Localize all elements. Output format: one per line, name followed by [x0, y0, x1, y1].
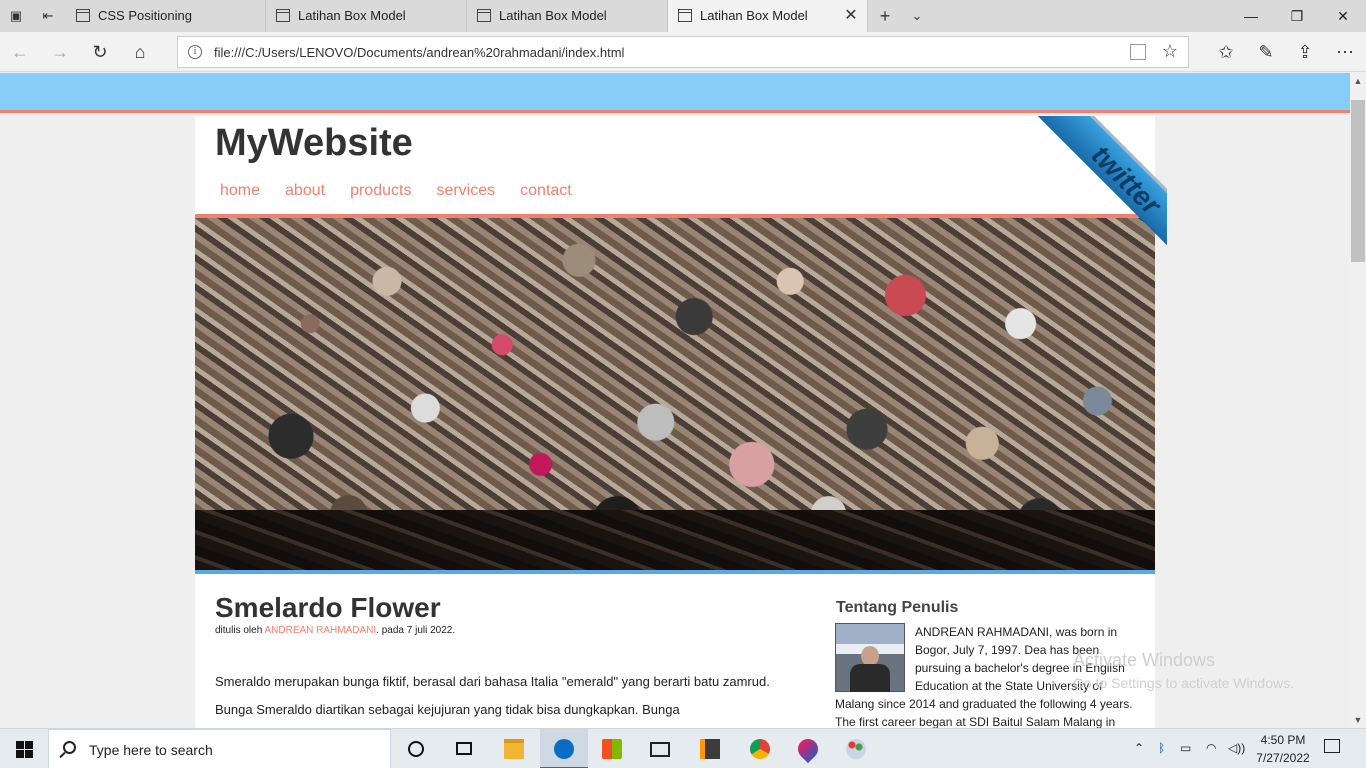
twitter-ribbon-band: twitter: [1032, 116, 1167, 274]
forward-arrow-icon[interactable]: →: [48, 41, 72, 65]
windows-start-icon[interactable]: [0, 729, 48, 768]
activate-windows-watermark: Activate Windows Go to Settings to activ…: [1073, 650, 1294, 691]
page-icon: [76, 9, 90, 22]
paint-icon[interactable]: [832, 729, 880, 768]
tab-label: Latihan Box Model: [298, 8, 406, 23]
taskbar-search-box[interactable]: Type here to search: [48, 729, 391, 768]
post-title: Smelardo Flower: [215, 592, 441, 623]
meta-prefix: ditulis oleh: [215, 625, 265, 636]
url-text[interactable]: file:///C:/Users/LENOVO/Documents/andrea…: [214, 45, 624, 60]
vertical-scrollbar[interactable]: ▲ ▼: [1350, 73, 1366, 728]
sublime-text-icon[interactable]: [686, 729, 734, 768]
watermark-line-1: Activate Windows: [1073, 650, 1216, 670]
info-icon[interactable]: i: [188, 45, 202, 59]
menu-item-services[interactable]: services: [436, 182, 495, 200]
bluetooth-icon[interactable]: ᛒ: [1158, 741, 1165, 755]
menu-item-about[interactable]: about: [285, 182, 325, 200]
scroll-thumb[interactable]: [1351, 100, 1365, 262]
close-window-icon[interactable]: ✕: [1320, 0, 1366, 32]
tab-manager-icon[interactable]: ▣: [6, 6, 26, 26]
banner-divider: [195, 570, 1155, 574]
menu-item-contact[interactable]: contact: [520, 182, 572, 200]
tab-latihan-box-model-1[interactable]: Latihan Box Model: [266, 0, 467, 32]
banner-shadow: [195, 510, 1155, 570]
more-icon[interactable]: ⋯: [1333, 41, 1357, 65]
tab-label: CSS Positioning: [98, 8, 192, 23]
battery-icon[interactable]: ▭: [1180, 741, 1191, 755]
store-icon[interactable]: [588, 729, 636, 768]
sidebar-title: Tentang Penulis: [836, 599, 959, 616]
tab-preview-chevron-icon[interactable]: ⌄: [907, 6, 927, 26]
menu-item-products[interactable]: products: [350, 182, 411, 200]
action-center-icon[interactable]: [1324, 739, 1340, 753]
restore-icon[interactable]: ❐: [1274, 0, 1320, 32]
post-body: Smeraldo merupakan bunga fiktif, berasal…: [215, 674, 770, 717]
system-clock[interactable]: 4:50 PM 7/27/2022: [1248, 731, 1318, 767]
twitter-ribbon-text: twitter: [1085, 139, 1167, 221]
post-meta: ditulis oleh ANDREAN RAHMADANI. pada 7 j…: [215, 625, 455, 636]
show-hidden-icons-icon[interactable]: ⌃: [1134, 741, 1144, 755]
watermark-line-2: Go to Settings to activate Windows.: [1073, 675, 1294, 691]
mail-icon[interactable]: [636, 729, 684, 768]
back-arrow-icon[interactable]: ←: [8, 41, 32, 65]
search-placeholder: Type here to search: [89, 742, 213, 758]
edge-browser-icon[interactable]: [540, 729, 588, 768]
page-icon: [678, 9, 692, 22]
twitter-ribbon[interactable]: twitter: [1005, 116, 1167, 278]
close-tab-icon[interactable]: ✕: [841, 6, 861, 26]
tab-latihan-box-model-active[interactable]: Latihan Box Model ✕: [668, 0, 868, 32]
tab-label: Latihan Box Model: [499, 8, 607, 23]
bio-float-spacer: [835, 623, 915, 695]
task-view-icon[interactable]: [440, 729, 488, 768]
cortana-icon[interactable]: [392, 729, 440, 768]
site-title: MyWebsite: [215, 122, 413, 164]
share-icon[interactable]: ⇪: [1293, 41, 1317, 65]
author-link[interactable]: ANDREAN RAHMADANI: [264, 625, 376, 636]
scroll-down-icon[interactable]: ▼: [1350, 712, 1366, 728]
menu-item-home[interactable]: home: [220, 182, 260, 200]
clock-time: 4:50 PM: [1260, 733, 1306, 747]
page-icon: [276, 9, 290, 22]
maps-pin-icon[interactable]: [784, 729, 832, 768]
scroll-up-icon[interactable]: ▲: [1350, 73, 1366, 89]
new-tab-icon[interactable]: +: [875, 6, 895, 26]
tab-bar: ▣ ⇤ CSS Positioning Latihan Box Model La…: [0, 0, 1366, 32]
clock-date: 7/27/2022: [1256, 751, 1310, 765]
refresh-icon[interactable]: ↻: [88, 41, 112, 65]
taskbar: Type here to search ⌃ ᛒ ▭ ◠ ◁)) 4:50 PM …: [0, 728, 1366, 768]
home-icon[interactable]: ⌂: [128, 41, 152, 65]
reading-view-icon[interactable]: [1130, 44, 1146, 60]
tab-label: Latihan Box Model: [700, 8, 808, 23]
minimize-icon[interactable]: —: [1228, 0, 1274, 32]
meta-suffix: . pada 7 juli 2022.: [376, 625, 456, 636]
main-menu: home about products services contact: [220, 182, 572, 200]
chrome-icon[interactable]: [736, 729, 784, 768]
star-icon[interactable]: ☆: [1162, 41, 1178, 62]
file-explorer-icon[interactable]: [490, 729, 538, 768]
address-bar[interactable]: i file:///C:/Users/LENOVO/Documents/andr…: [177, 36, 1189, 68]
top-band: [0, 73, 1350, 113]
page-icon: [477, 9, 491, 22]
search-icon: [63, 741, 76, 754]
volume-icon[interactable]: ◁)): [1228, 741, 1245, 755]
pen-icon[interactable]: ✎: [1254, 41, 1278, 65]
tab-css-positioning[interactable]: CSS Positioning: [66, 0, 266, 32]
wifi-icon[interactable]: ◠: [1206, 741, 1216, 755]
tab-latihan-box-model-2[interactable]: Latihan Box Model: [467, 0, 668, 32]
navigation-bar: ← → ↻ ⌂ i file:///C:/Users/LENOVO/Docume…: [0, 32, 1366, 72]
favorites-list-icon[interactable]: ✩: [1214, 41, 1238, 65]
set-aside-tabs-icon[interactable]: ⇤: [38, 6, 58, 26]
